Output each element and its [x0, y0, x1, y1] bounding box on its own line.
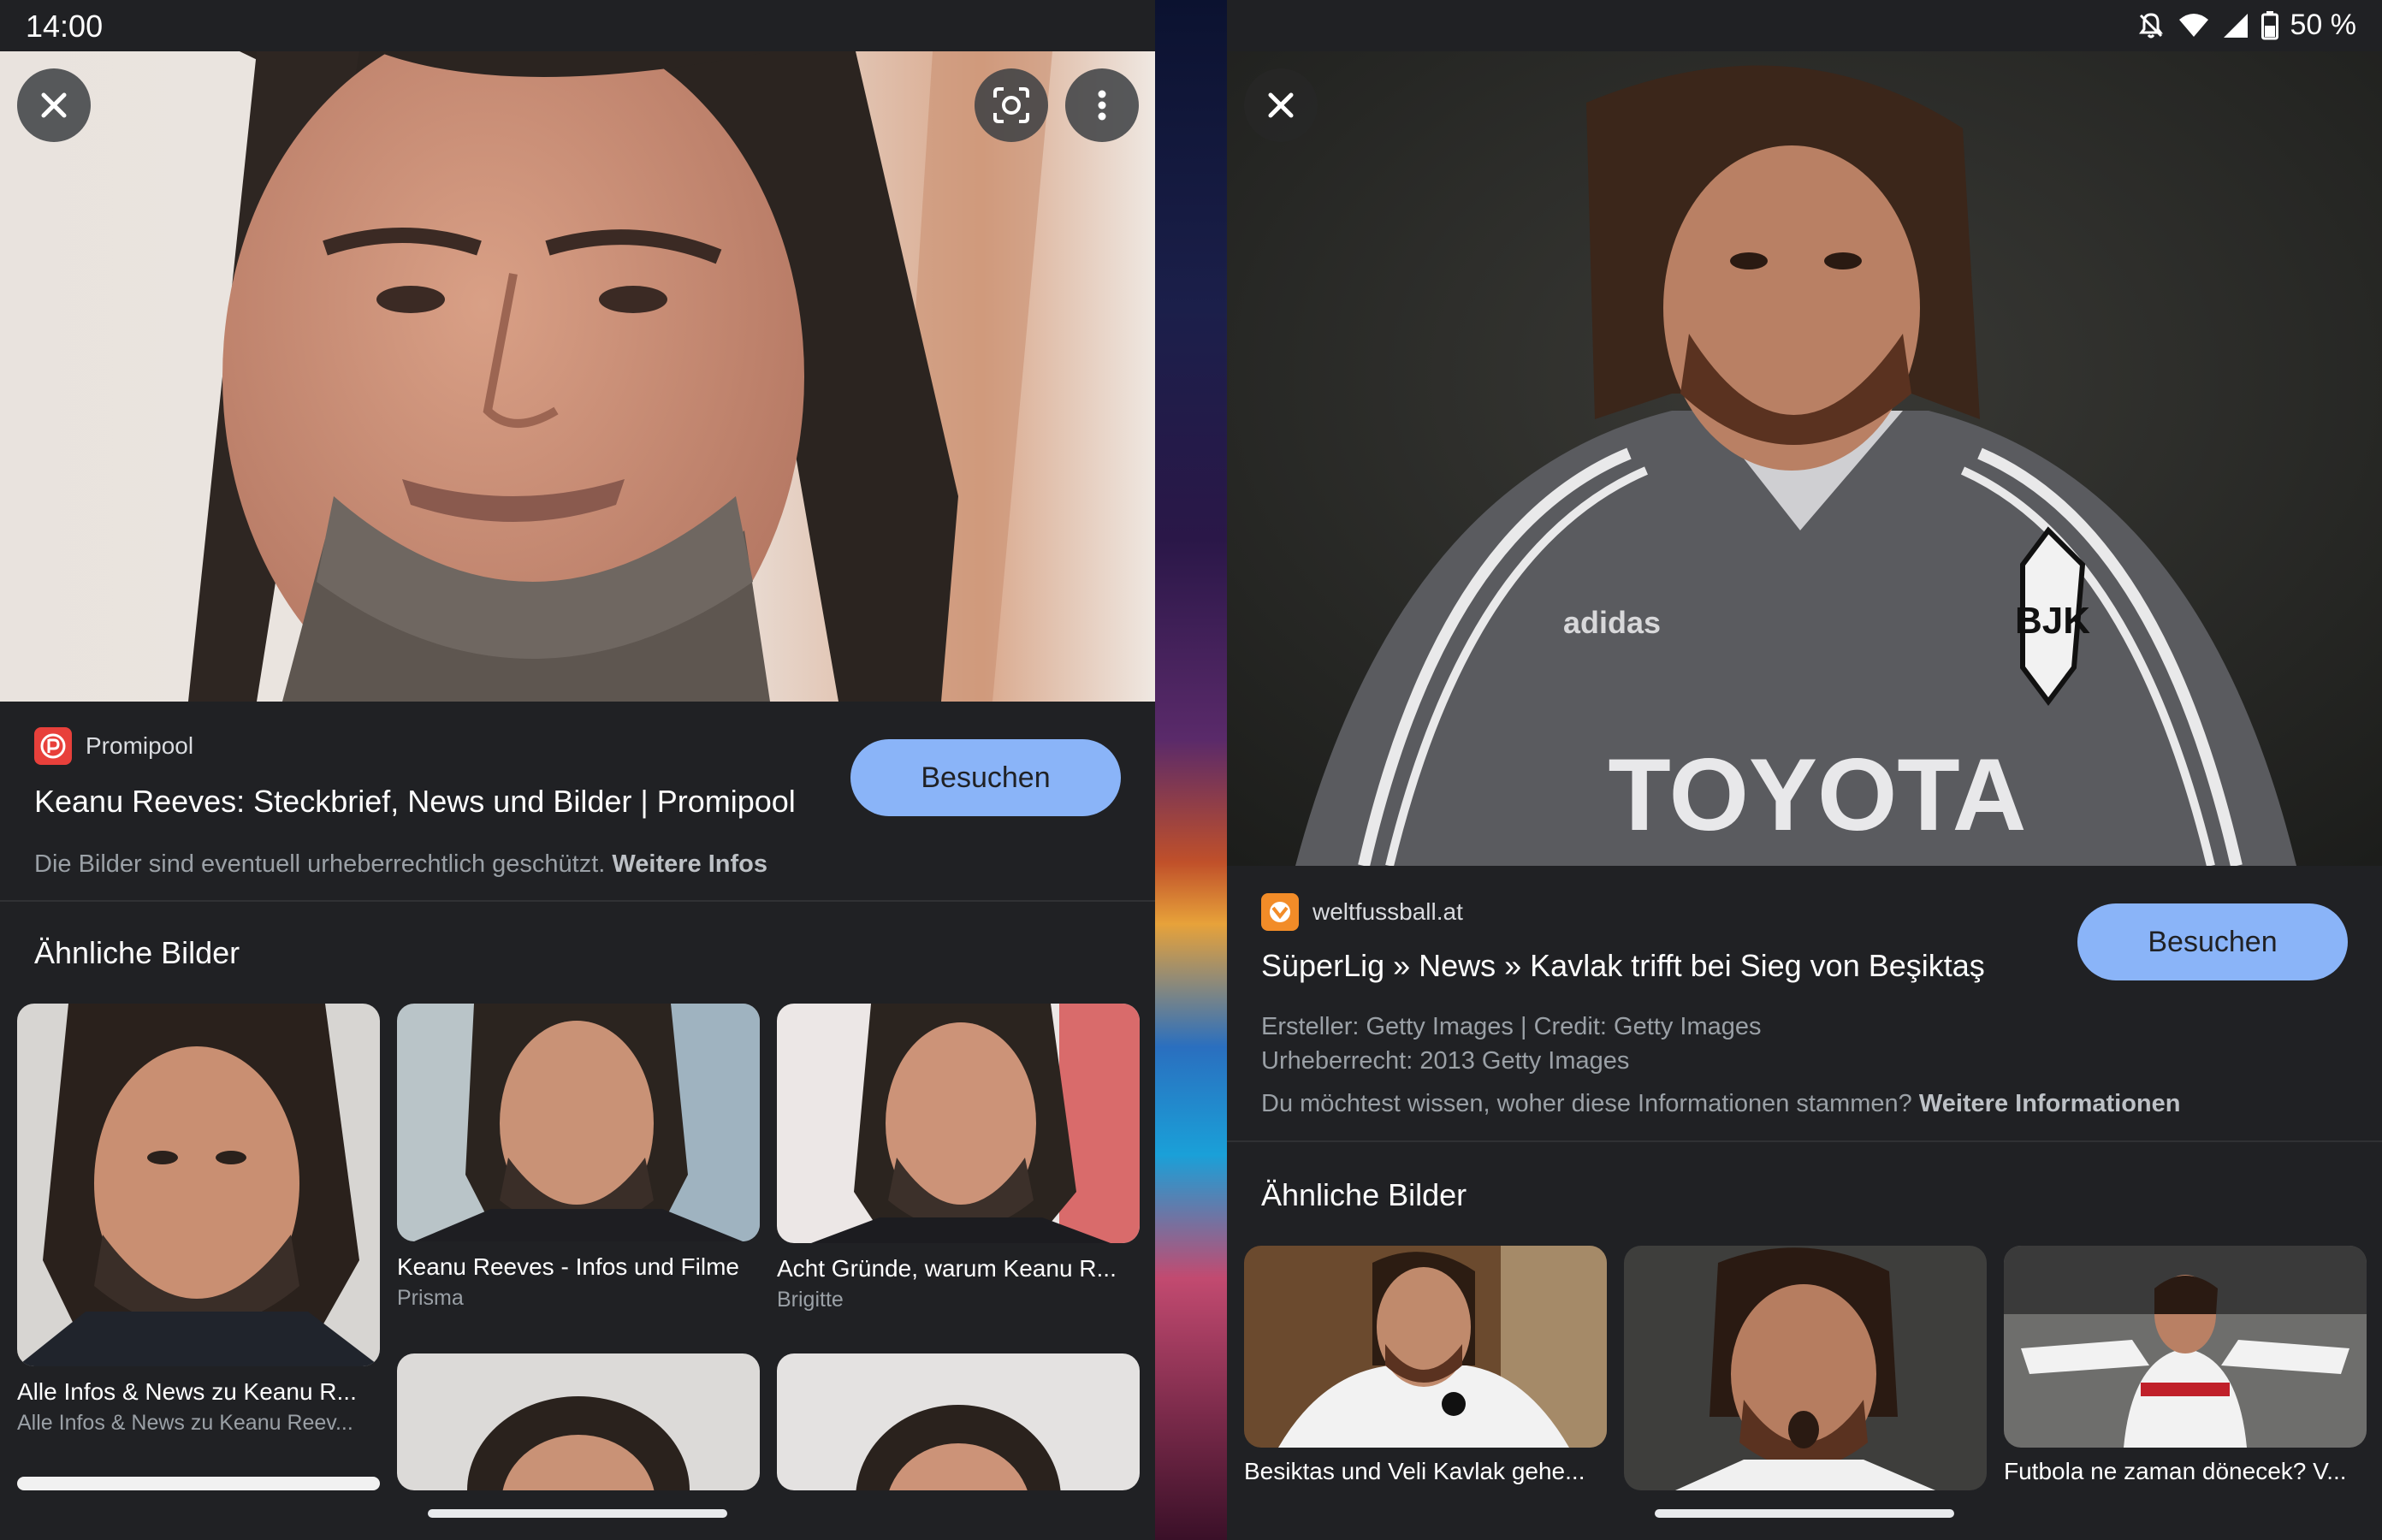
promipool-logo	[34, 727, 72, 765]
similar-image-tile[interactable]	[17, 1477, 380, 1490]
footballer-photo: BJK TOYOTA adidas	[1227, 51, 2382, 866]
navigation-bar	[0, 1490, 1155, 1540]
similar-thumbnail	[17, 1477, 380, 1490]
divider-line	[1227, 1140, 2382, 1142]
status-bar: 14:00	[0, 0, 1155, 51]
left-pane: 14:00 Promipool Keanu Reeves: Steckbrief…	[0, 0, 1155, 1540]
svg-text:TOYOTA: TOYOTA	[1609, 737, 2027, 852]
main-image[interactable]	[0, 51, 1155, 702]
similar-thumbnail	[777, 1004, 1140, 1243]
similar-image-tile[interactable]	[1624, 1246, 1987, 1494]
similar-image-tile[interactable]: Alle Infos & News zu Keanu R... Alle Inf…	[17, 1004, 380, 1448]
similar-thumbnail	[397, 1353, 760, 1490]
wallpaper-strip	[1155, 0, 1227, 1540]
home-gesture-handle[interactable]	[428, 1509, 727, 1518]
site-name: weltfussball.at	[1312, 898, 1463, 925]
cellular-signal-icon	[2223, 13, 2248, 38]
svg-text:adidas: adidas	[1563, 605, 1661, 640]
site-row[interactable]: weltfussball.at	[1261, 893, 1463, 931]
more-info-link[interactable]: Weitere Informationen	[1919, 1090, 2181, 1117]
close-icon	[41, 92, 67, 118]
similar-thumbnail	[777, 1353, 1140, 1490]
status-icons: 50 %	[2136, 9, 2357, 42]
similar-image-tile[interactable]: Keanu Reeves - Infos und Filme Prisma	[397, 1004, 760, 1312]
similar-source: Brigitte	[777, 1288, 844, 1312]
lens-icon	[993, 87, 1029, 123]
keanu-photo	[0, 51, 1155, 702]
similar-thumbnail	[2004, 1246, 2367, 1448]
similar-image-tile[interactable]: Besiktas und Veli Kavlak gehe...	[1244, 1246, 1607, 1494]
status-time: 14:00	[26, 9, 104, 44]
close-icon	[1268, 92, 1294, 118]
svg-text:BJK: BJK	[2015, 600, 2090, 642]
visit-button[interactable]: Besuchen	[2077, 903, 2348, 980]
similar-caption: Acht Gründe, warum Keanu R...	[777, 1255, 1117, 1282]
lens-button[interactable]	[975, 68, 1048, 142]
copyright-notice: Die Bilder sind eventuell urheberrechtli…	[34, 850, 767, 879]
battery-icon	[2261, 10, 2278, 39]
result-title[interactable]: Keanu Reeves: Steckbrief, News und Bilde…	[34, 784, 796, 820]
battery-level: 50 %	[2290, 9, 2357, 41]
home-gesture-handle[interactable]	[1655, 1509, 1954, 1518]
similar-thumbnail	[1624, 1246, 1987, 1490]
similar-images-title: Ähnliche Bilder	[34, 935, 240, 970]
more-options-button[interactable]	[1065, 68, 1139, 142]
source-question: Du möchtest wissen, woher diese Informat…	[1261, 1090, 1912, 1117]
similar-source: Alle Infos & News zu Keanu Reev...	[17, 1411, 353, 1435]
similar-image-tile[interactable]	[397, 1353, 760, 1490]
similar-image-tile[interactable]	[777, 1353, 1140, 1490]
weltfussball-icon	[1270, 902, 1290, 922]
right-pane: 50 % BJK TOYOTA adidas weltfussball.at S…	[1227, 0, 2382, 1540]
copyright-text: Die Bilder sind eventuell urheberrechtli…	[34, 850, 606, 878]
similar-source: Prisma	[397, 1286, 464, 1310]
similar-image-tile[interactable]: Acht Gründe, warum Keanu R... Brigitte	[777, 1004, 1140, 1312]
weltfussball-logo	[1261, 893, 1299, 931]
more-info-link[interactable]: Weitere Infos	[612, 850, 767, 878]
creator-line: Ersteller: Getty Images | Credit: Getty …	[1261, 1013, 1762, 1040]
similar-thumbnail	[1244, 1246, 1607, 1448]
similar-images-title: Ähnliche Bilder	[1261, 1177, 1467, 1212]
main-image[interactable]: BJK TOYOTA adidas	[1227, 51, 2382, 866]
similar-thumbnail	[17, 1004, 380, 1366]
visit-button[interactable]: Besuchen	[850, 739, 1121, 816]
notifications-off-icon	[2138, 12, 2163, 38]
copyright-line: Urheberrecht: 2013 Getty Images	[1261, 1047, 1630, 1075]
more-vert-icon	[1098, 90, 1106, 121]
result-title[interactable]: SüperLig » News » Kavlak trifft bei Sieg…	[1261, 948, 1985, 984]
similar-caption: Futbola ne zaman dönecek? V...	[2004, 1458, 2347, 1484]
site-name: Promipool	[86, 732, 194, 759]
site-row[interactable]: Promipool	[34, 727, 193, 765]
promipool-icon	[40, 733, 66, 759]
similar-thumbnail	[397, 1004, 760, 1241]
close-button[interactable]	[17, 68, 91, 142]
similar-image-tile[interactable]: Futbola ne zaman dönecek? V...	[2004, 1246, 2367, 1494]
similar-caption: Besiktas und Veli Kavlak gehe...	[1244, 1458, 1585, 1484]
wifi-icon	[2178, 13, 2208, 37]
close-button[interactable]	[1244, 68, 1318, 142]
divider-line	[0, 900, 1155, 902]
source-info: Du möchtest wissen, woher diese Informat…	[1261, 1090, 2180, 1118]
similar-caption: Alle Infos & News zu Keanu R...	[17, 1378, 357, 1405]
similar-caption: Keanu Reeves - Infos und Filme	[397, 1253, 739, 1280]
status-bar: 50 %	[1227, 0, 2382, 51]
navigation-bar	[1227, 1490, 2382, 1540]
